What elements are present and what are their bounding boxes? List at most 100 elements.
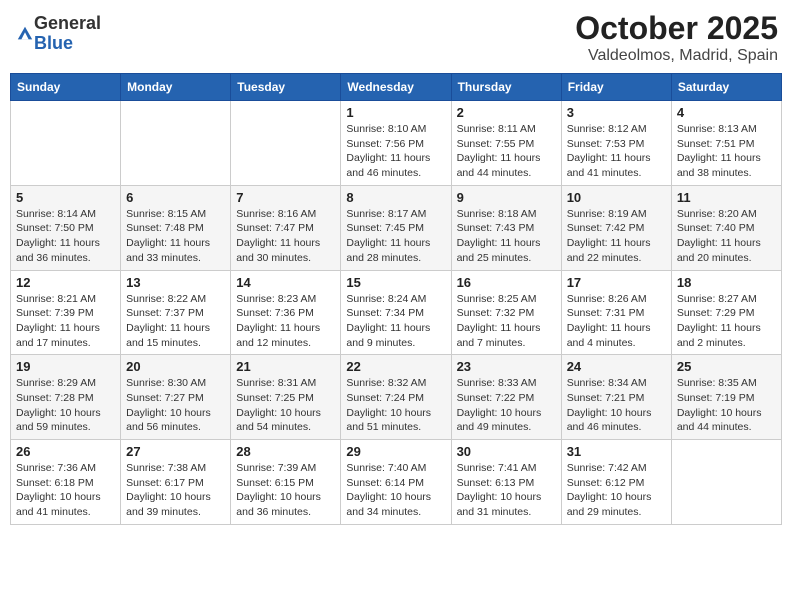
calendar-cell: 7 Sunrise: 8:16 AM Sunset: 7:47 PM Daylig… — [231, 185, 341, 270]
calendar-cell: 19 Sunrise: 8:29 AM Sunset: 7:28 PM Dayli… — [11, 355, 121, 440]
cell-day-number: 6 — [126, 190, 225, 205]
calendar-cell: 27 Sunrise: 7:38 AM Sunset: 6:17 PM Dayli… — [121, 440, 231, 525]
day-header-wednesday: Wednesday — [341, 74, 451, 101]
calendar-cell: 17Sunrise: 8:26 AM Sunset: 7:31 PM Dayli… — [561, 270, 671, 355]
cell-day-number: 27 — [126, 444, 225, 459]
cell-info: Sunrise: 8:33 AM Sunset: 7:22 PM Dayligh… — [457, 376, 556, 435]
calendar-week-row: 1 Sunrise: 8:10 AM Sunset: 7:56 PM Daylig… — [11, 101, 782, 186]
calendar-cell: 3 Sunrise: 8:12 AM Sunset: 7:53 PM Daylig… — [561, 101, 671, 186]
calendar-cell: 10 Sunrise: 8:19 AM Sunset: 7:42 PM Dayli… — [561, 185, 671, 270]
calendar-cell: 8Sunrise: 8:17 AM Sunset: 7:45 PM Daylig… — [341, 185, 451, 270]
calendar-cell: 20 Sunrise: 8:30 AM Sunset: 7:27 PM Dayli… — [121, 355, 231, 440]
cell-info: Sunrise: 8:10 AM Sunset: 7:56 PM Dayligh… — [346, 122, 445, 181]
calendar-cell: 29 Sunrise: 7:40 AM Sunset: 6:14 PM Dayli… — [341, 440, 451, 525]
logo-blue-text: Blue — [34, 33, 73, 53]
calendar-cell — [671, 440, 781, 525]
cell-info: Sunrise: 8:34 AM Sunset: 7:21 PM Dayligh… — [567, 376, 666, 435]
day-header-friday: Friday — [561, 74, 671, 101]
calendar-cell: 16 Sunrise: 8:25 AM Sunset: 7:32 PM Dayli… — [451, 270, 561, 355]
cell-info: Sunrise: 7:42 AM Sunset: 6:12 PM Dayligh… — [567, 461, 666, 520]
calendar-cell: 31 Sunrise: 7:42 AM Sunset: 6:12 PM Dayli… — [561, 440, 671, 525]
cell-day-number: 30 — [457, 444, 556, 459]
calendar-cell: 6 Sunrise: 8:15 AM Sunset: 7:48 PM Daylig… — [121, 185, 231, 270]
day-header-tuesday: Tuesday — [231, 74, 341, 101]
calendar-cell: 1 Sunrise: 8:10 AM Sunset: 7:56 PM Daylig… — [341, 101, 451, 186]
cell-info: Sunrise: 8:27 AM Sunset: 7:29 PM Dayligh… — [677, 292, 776, 351]
cell-info: Sunrise: 8:26 AM Sunset: 7:31 PM Dayligh… — [567, 292, 666, 351]
cell-info: Sunrise: 8:17 AM Sunset: 7:45 PM Dayligh… — [346, 207, 445, 266]
cell-day-number: 21 — [236, 359, 335, 374]
cell-info: Sunrise: 7:40 AM Sunset: 6:14 PM Dayligh… — [346, 461, 445, 520]
cell-info: Sunrise: 8:14 AM Sunset: 7:50 PM Dayligh… — [16, 207, 115, 266]
calendar-cell — [11, 101, 121, 186]
logo: General Blue — [14, 14, 101, 54]
cell-day-number: 22 — [346, 359, 445, 374]
cell-info: Sunrise: 7:36 AM Sunset: 6:18 PM Dayligh… — [16, 461, 115, 520]
cell-info: Sunrise: 8:31 AM Sunset: 7:25 PM Dayligh… — [236, 376, 335, 435]
calendar-cell: 25 Sunrise: 8:35 AM Sunset: 7:19 PM Dayli… — [671, 355, 781, 440]
calendar-body: 1 Sunrise: 8:10 AM Sunset: 7:56 PM Daylig… — [11, 101, 782, 525]
cell-day-number: 29 — [346, 444, 445, 459]
cell-info: Sunrise: 8:13 AM Sunset: 7:51 PM Dayligh… — [677, 122, 776, 181]
cell-day-number: 13 — [126, 275, 225, 290]
cell-info: Sunrise: 8:30 AM Sunset: 7:27 PM Dayligh… — [126, 376, 225, 435]
calendar-week-row: 26Sunrise: 7:36 AM Sunset: 6:18 PM Dayli… — [11, 440, 782, 525]
calendar-cell: 24 Sunrise: 8:34 AM Sunset: 7:21 PM Dayli… — [561, 355, 671, 440]
cell-day-number: 24 — [567, 359, 666, 374]
calendar-cell: 14Sunrise: 8:23 AM Sunset: 7:36 PM Dayli… — [231, 270, 341, 355]
calendar-cell: 2Sunrise: 8:11 AM Sunset: 7:55 PM Daylig… — [451, 101, 561, 186]
cell-info: Sunrise: 8:15 AM Sunset: 7:48 PM Dayligh… — [126, 207, 225, 266]
cell-info: Sunrise: 8:29 AM Sunset: 7:28 PM Dayligh… — [16, 376, 115, 435]
cell-info: Sunrise: 8:12 AM Sunset: 7:53 PM Dayligh… — [567, 122, 666, 181]
cell-day-number: 4 — [677, 105, 776, 120]
calendar-cell: 18Sunrise: 8:27 AM Sunset: 7:29 PM Dayli… — [671, 270, 781, 355]
calendar-cell: 12Sunrise: 8:21 AM Sunset: 7:39 PM Dayli… — [11, 270, 121, 355]
logo-general-text: General — [34, 13, 101, 33]
cell-day-number: 16 — [457, 275, 556, 290]
day-header-monday: Monday — [121, 74, 231, 101]
cell-day-number: 3 — [567, 105, 666, 120]
cell-info: Sunrise: 8:22 AM Sunset: 7:37 PM Dayligh… — [126, 292, 225, 351]
calendar-title: October 2025 — [575, 10, 778, 47]
cell-day-number: 25 — [677, 359, 776, 374]
cell-day-number: 23 — [457, 359, 556, 374]
cell-info: Sunrise: 8:35 AM Sunset: 7:19 PM Dayligh… — [677, 376, 776, 435]
cell-day-number: 28 — [236, 444, 335, 459]
cell-info: Sunrise: 8:19 AM Sunset: 7:42 PM Dayligh… — [567, 207, 666, 266]
cell-info: Sunrise: 8:32 AM Sunset: 7:24 PM Dayligh… — [346, 376, 445, 435]
cell-day-number: 19 — [16, 359, 115, 374]
calendar-week-row: 5 Sunrise: 8:14 AM Sunset: 7:50 PM Daylig… — [11, 185, 782, 270]
days-header-row: SundayMondayTuesdayWednesdayThursdayFrid… — [11, 74, 782, 101]
cell-day-number: 20 — [126, 359, 225, 374]
cell-info: Sunrise: 7:41 AM Sunset: 6:13 PM Dayligh… — [457, 461, 556, 520]
calendar-header: SundayMondayTuesdayWednesdayThursdayFrid… — [11, 74, 782, 101]
cell-day-number: 2 — [457, 105, 556, 120]
day-header-sunday: Sunday — [11, 74, 121, 101]
calendar-cell — [121, 101, 231, 186]
cell-day-number: 7 — [236, 190, 335, 205]
cell-info: Sunrise: 8:20 AM Sunset: 7:40 PM Dayligh… — [677, 207, 776, 266]
calendar-cell: 15Sunrise: 8:24 AM Sunset: 7:34 PM Dayli… — [341, 270, 451, 355]
cell-day-number: 1 — [346, 105, 445, 120]
cell-day-number: 15 — [346, 275, 445, 290]
title-block: October 2025 Valdeolmos, Madrid, Spain — [575, 10, 778, 65]
cell-day-number: 31 — [567, 444, 666, 459]
cell-day-number: 11 — [677, 190, 776, 205]
cell-info: Sunrise: 8:16 AM Sunset: 7:47 PM Dayligh… — [236, 207, 335, 266]
cell-info: Sunrise: 8:25 AM Sunset: 7:32 PM Dayligh… — [457, 292, 556, 351]
calendar-cell: 5 Sunrise: 8:14 AM Sunset: 7:50 PM Daylig… — [11, 185, 121, 270]
page-header: General Blue October 2025 Valdeolmos, Ma… — [10, 10, 782, 65]
cell-day-number: 10 — [567, 190, 666, 205]
calendar-cell: 22 Sunrise: 8:32 AM Sunset: 7:24 PM Dayli… — [341, 355, 451, 440]
calendar-cell: 13 Sunrise: 8:22 AM Sunset: 7:37 PM Dayli… — [121, 270, 231, 355]
calendar-cell: 30 Sunrise: 7:41 AM Sunset: 6:13 PM Dayli… — [451, 440, 561, 525]
cell-info: Sunrise: 7:38 AM Sunset: 6:17 PM Dayligh… — [126, 461, 225, 520]
calendar-location: Valdeolmos, Madrid, Spain — [575, 47, 778, 65]
cell-day-number: 12 — [16, 275, 115, 290]
cell-day-number: 9 — [457, 190, 556, 205]
cell-info: Sunrise: 8:18 AM Sunset: 7:43 PM Dayligh… — [457, 207, 556, 266]
cell-day-number: 5 — [16, 190, 115, 205]
calendar-cell: 11 Sunrise: 8:20 AM Sunset: 7:40 PM Dayli… — [671, 185, 781, 270]
cell-info: Sunrise: 8:23 AM Sunset: 7:36 PM Dayligh… — [236, 292, 335, 351]
day-header-saturday: Saturday — [671, 74, 781, 101]
